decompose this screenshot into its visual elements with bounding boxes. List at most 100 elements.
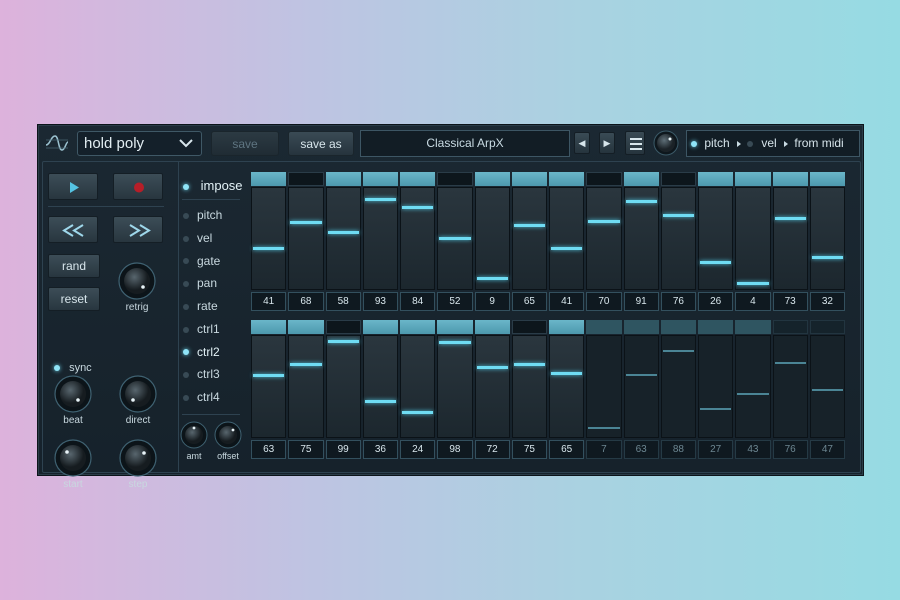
step-value[interactable]: 32: [809, 292, 845, 311]
source-selector[interactable]: pitch vel from midi: [686, 130, 860, 157]
param-vel[interactable]: vel: [183, 231, 212, 245]
step-toggle[interactable]: [549, 172, 585, 186]
step-value[interactable]: 63: [251, 440, 287, 459]
step-toggle[interactable]: [623, 172, 659, 186]
step-toggle[interactable]: [511, 172, 547, 186]
step-value[interactable]: 91: [623, 292, 659, 311]
master-knob[interactable]: [653, 130, 679, 156]
step-value[interactable]: 9: [474, 292, 510, 311]
step-toggle[interactable]: [511, 320, 547, 334]
direct-knob[interactable]: direct: [113, 375, 163, 426]
reset-button[interactable]: reset: [48, 287, 100, 311]
step-slider[interactable]: [660, 187, 696, 290]
step-value[interactable]: 75: [511, 440, 547, 459]
step-toggle[interactable]: [325, 320, 361, 334]
step-value[interactable]: 98: [437, 440, 473, 459]
step-toggle[interactable]: [474, 320, 510, 334]
step-toggle[interactable]: [660, 172, 696, 186]
step-slider[interactable]: [511, 335, 547, 438]
step-value[interactable]: 73: [772, 292, 808, 311]
param-rate[interactable]: rate: [183, 299, 218, 313]
step-value[interactable]: 4: [735, 292, 771, 311]
step-toggle[interactable]: [735, 172, 771, 186]
step-toggle[interactable]: [288, 172, 324, 186]
impose-toggle[interactable]: impose: [183, 178, 243, 193]
step-slider[interactable]: [362, 335, 398, 438]
step-value[interactable]: 75: [288, 440, 324, 459]
record-button[interactable]: [113, 173, 163, 200]
param-ctrl2[interactable]: ctrl2: [183, 345, 220, 359]
param-gate[interactable]: gate: [183, 254, 220, 268]
step-value[interactable]: 7: [586, 440, 622, 459]
step-toggle[interactable]: [698, 320, 734, 334]
step-slider[interactable]: [549, 335, 585, 438]
step-slider[interactable]: [400, 335, 436, 438]
step-toggle[interactable]: [772, 172, 808, 186]
step-toggle[interactable]: [400, 320, 436, 334]
start-knob[interactable]: start: [48, 439, 98, 490]
retrig-knob[interactable]: retrig: [112, 262, 162, 313]
step-value[interactable]: 47: [809, 440, 845, 459]
sync-toggle[interactable]: sync: [54, 362, 92, 374]
step-toggle[interactable]: [772, 320, 808, 334]
step-toggle[interactable]: [660, 320, 696, 334]
step-value[interactable]: 58: [325, 292, 361, 311]
step-knob[interactable]: step: [113, 439, 163, 490]
step-slider[interactable]: [251, 187, 287, 290]
step-slider[interactable]: [623, 335, 659, 438]
step-slider[interactable]: [362, 187, 398, 290]
step-slider[interactable]: [288, 187, 324, 290]
step-toggle[interactable]: [586, 172, 622, 186]
amt-knob[interactable]: amt: [177, 421, 211, 461]
step-toggle[interactable]: [623, 320, 659, 334]
step-toggle[interactable]: [437, 320, 473, 334]
param-ctrl4[interactable]: ctrl4: [183, 390, 220, 404]
offset-knob[interactable]: offset: [211, 421, 245, 461]
step-value[interactable]: 26: [698, 292, 734, 311]
menu-button[interactable]: [625, 131, 645, 155]
step-toggle[interactable]: [698, 172, 734, 186]
step-value[interactable]: 65: [511, 292, 547, 311]
step-value[interactable]: 70: [586, 292, 622, 311]
step-toggle[interactable]: [735, 320, 771, 334]
step-toggle[interactable]: [586, 320, 622, 334]
step-value[interactable]: 88: [660, 440, 696, 459]
step-value[interactable]: 76: [660, 292, 696, 311]
next-preset-button[interactable]: ▶: [599, 132, 615, 154]
step-value[interactable]: 41: [251, 292, 287, 311]
step-slider[interactable]: [809, 187, 845, 290]
step-slider[interactable]: [437, 335, 473, 438]
prev-preset-button[interactable]: ◀: [574, 132, 590, 154]
step-slider[interactable]: [325, 335, 361, 438]
step-toggle[interactable]: [437, 172, 473, 186]
step-value[interactable]: 93: [362, 292, 398, 311]
play-button[interactable]: [48, 173, 98, 200]
step-value[interactable]: 99: [325, 440, 361, 459]
step-slider[interactable]: [474, 335, 510, 438]
step-toggle[interactable]: [474, 172, 510, 186]
step-toggle[interactable]: [809, 320, 845, 334]
step-slider[interactable]: [698, 335, 734, 438]
step-value[interactable]: 65: [549, 440, 585, 459]
step-value[interactable]: 27: [698, 440, 734, 459]
step-value[interactable]: 72: [474, 440, 510, 459]
step-slider[interactable]: [772, 335, 808, 438]
step-slider[interactable]: [735, 187, 771, 290]
step-toggle[interactable]: [400, 172, 436, 186]
step-slider[interactable]: [772, 187, 808, 290]
step-toggle[interactable]: [251, 320, 287, 334]
save-button[interactable]: save: [211, 131, 279, 156]
param-pan[interactable]: pan: [183, 276, 217, 290]
step-slider[interactable]: [474, 187, 510, 290]
step-slider[interactable]: [325, 187, 361, 290]
step-value[interactable]: 36: [362, 440, 398, 459]
step-toggle[interactable]: [362, 320, 398, 334]
step-slider[interactable]: [735, 335, 771, 438]
step-toggle[interactable]: [251, 172, 287, 186]
step-slider[interactable]: [288, 335, 324, 438]
step-value[interactable]: 63: [623, 440, 659, 459]
step-value[interactable]: 76: [772, 440, 808, 459]
step-slider[interactable]: [698, 187, 734, 290]
step-slider[interactable]: [586, 187, 622, 290]
step-slider[interactable]: [511, 187, 547, 290]
